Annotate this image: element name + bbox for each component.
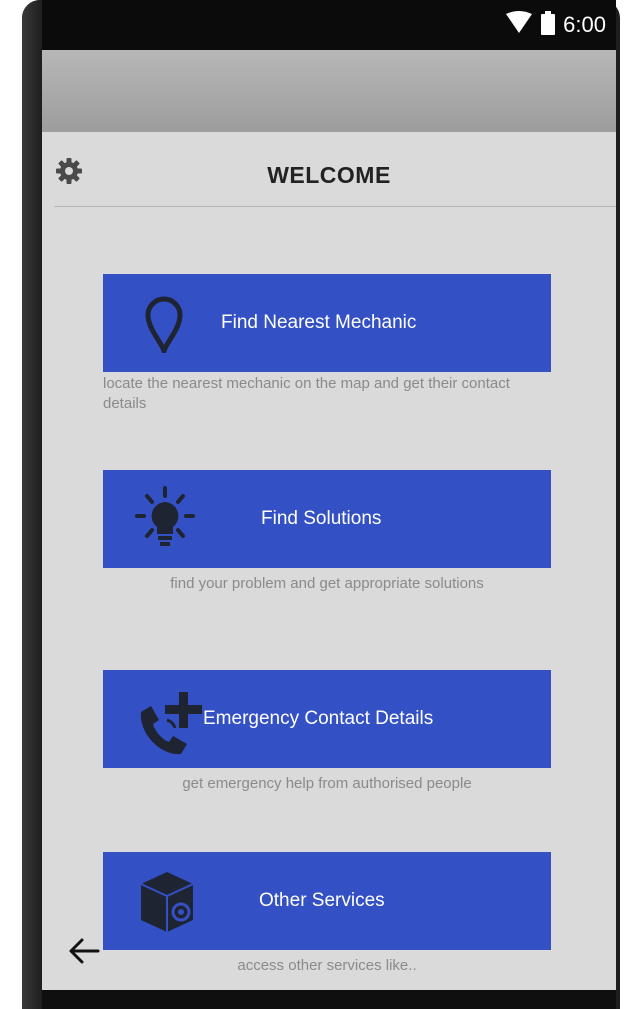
page-title: WELCOME: [267, 162, 391, 188]
status-time: 6:00: [563, 12, 606, 37]
back-button[interactable]: [64, 936, 104, 970]
navigation-bar: [42, 990, 616, 1009]
card-description: access other services like..: [237, 957, 417, 974]
card-label: Find Solutions: [261, 508, 382, 529]
emergency-contact-details-button[interactable]: Emergency Contact Details: [103, 670, 551, 768]
card-description: locate the nearest mechanic on the map a…: [103, 375, 510, 412]
card-label: Emergency Contact Details: [203, 708, 434, 729]
other-services-button[interactable]: Other Services: [103, 852, 551, 950]
app-screen: 6:00 WELCOME Find Nearest Mechanic locat…: [42, 0, 616, 990]
wifi-icon: [505, 10, 533, 40]
battery-icon: [541, 10, 556, 40]
header-divider: [54, 206, 616, 207]
find-nearest-mechanic-button[interactable]: Find Nearest Mechanic: [103, 274, 551, 372]
status-bar: 6:00: [42, 0, 616, 50]
lightbulb-icon: [133, 484, 197, 554]
back-arrow-icon: [68, 937, 100, 970]
card-description: get emergency help from authorised peopl…: [182, 775, 472, 792]
card-label: Other Services: [259, 890, 385, 911]
page-header: WELCOME: [42, 132, 616, 208]
card-description: find your problem and get appropriate so…: [170, 575, 484, 592]
app-bar: [42, 50, 616, 132]
map-pin-icon: [141, 292, 187, 356]
card-label: Find Nearest Mechanic: [221, 312, 417, 333]
find-solutions-button[interactable]: Find Solutions: [103, 470, 551, 568]
device-bezel: [22, 0, 42, 1009]
phone-plus-icon: [133, 682, 205, 758]
package-gear-icon: [135, 866, 199, 936]
